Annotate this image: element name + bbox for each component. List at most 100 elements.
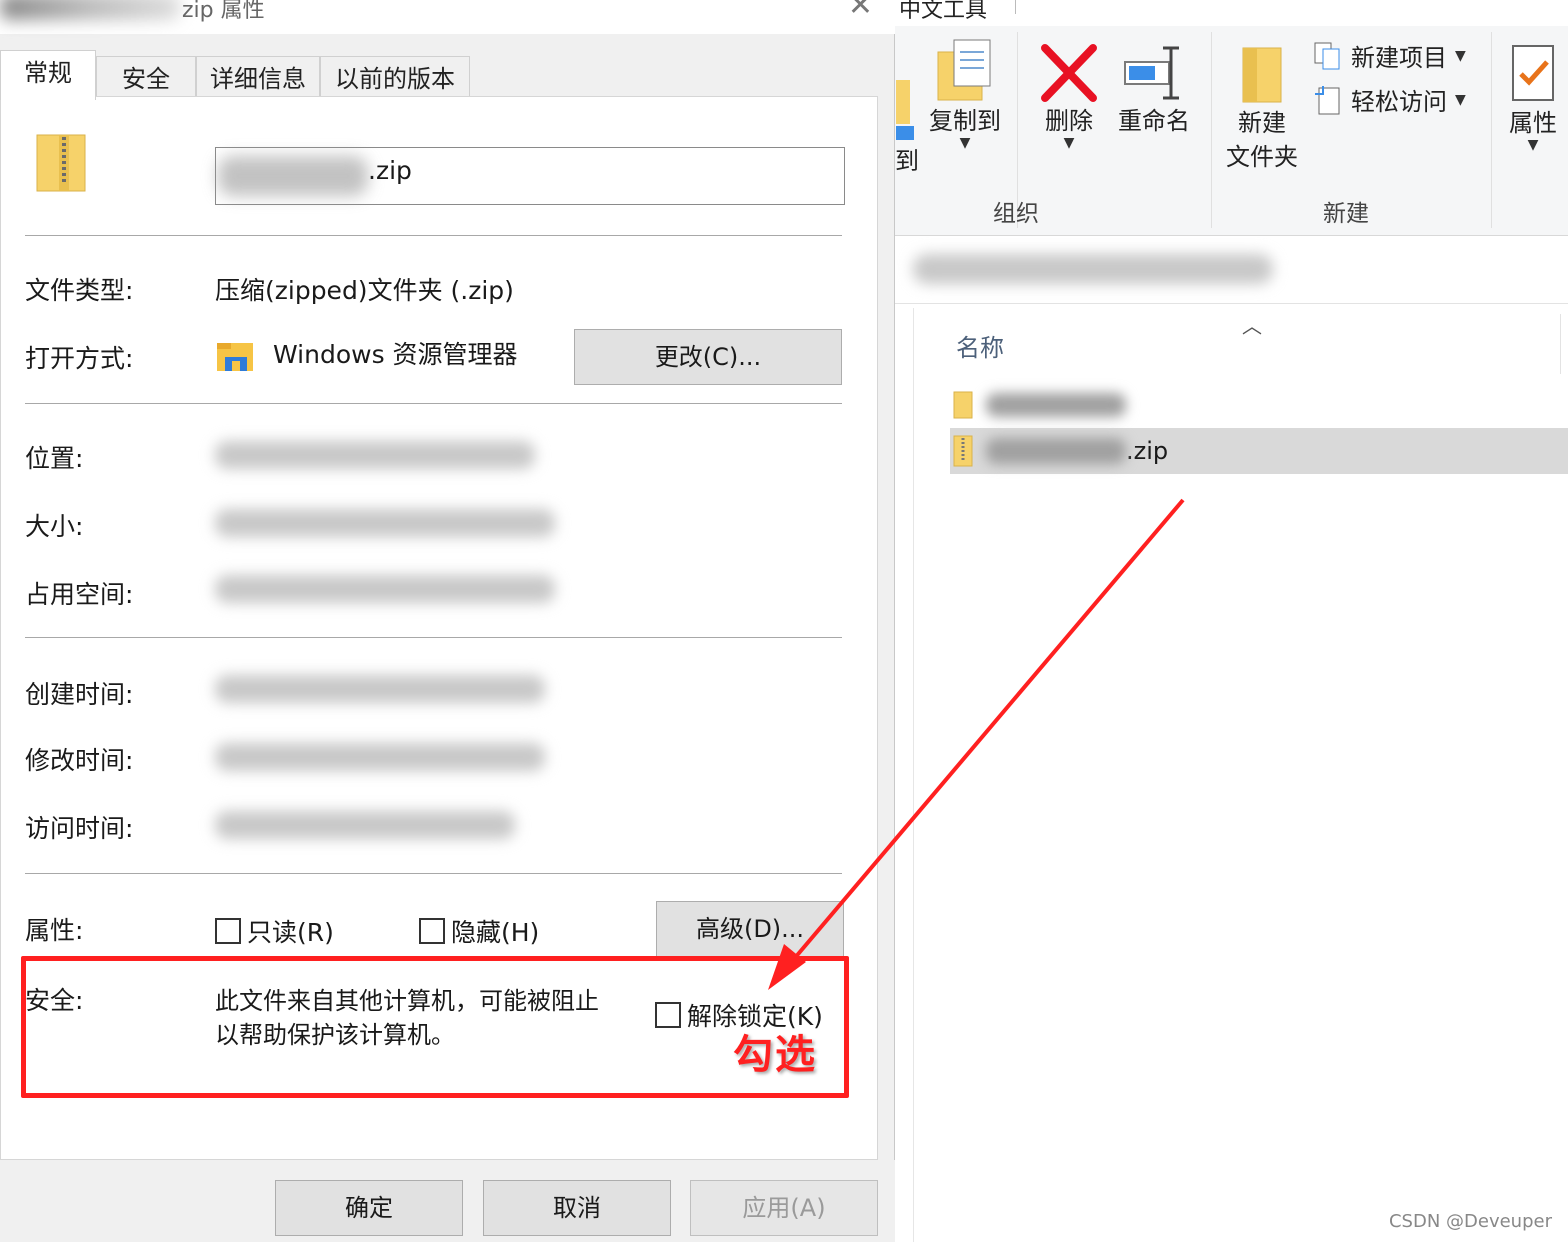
copy-to-label: 复制到 bbox=[929, 107, 1001, 135]
new-folder-button[interactable]: 新建 文件夹 bbox=[1219, 42, 1305, 174]
hidden-checkbox[interactable]: 隐藏(H) bbox=[419, 913, 539, 949]
easy-access-icon bbox=[1315, 85, 1340, 114]
security-label: 安全: bbox=[25, 986, 84, 1015]
delete-x-icon bbox=[1041, 44, 1097, 102]
breadcrumb bbox=[913, 254, 1273, 284]
folder-icon bbox=[953, 391, 973, 419]
dialog-title-blurred bbox=[0, 0, 180, 20]
checkbox-box[interactable] bbox=[419, 918, 445, 944]
size-value-blurred bbox=[215, 509, 555, 537]
copy-to-button[interactable]: 复制到 ▼ bbox=[925, 38, 1005, 151]
new-folder-label-2: 文件夹 bbox=[1226, 143, 1298, 171]
advanced-button[interactable]: 高级(D)... bbox=[656, 901, 844, 957]
chevron-down-icon: ▼ bbox=[959, 135, 971, 151]
file-explorer-window: 中文工具 到 复制到 ▼ 删除 ▼ 重命名 组织 新建 文件夹 新建项目 ▼ 轻… bbox=[893, 0, 1568, 1242]
security-text-line2: 以帮助保护该计算机。 bbox=[215, 1021, 455, 1049]
easy-access-label: 轻松访问 bbox=[1351, 88, 1447, 116]
checkbox-box[interactable] bbox=[215, 918, 241, 944]
file-name bbox=[986, 393, 1126, 417]
dialog-titlebar: zip 属性 ✕ bbox=[0, 0, 895, 34]
zip-folder-icon bbox=[953, 435, 973, 467]
rename-label: 重命名 bbox=[1118, 107, 1190, 135]
group-label-organize: 组织 bbox=[993, 201, 1039, 227]
hidden-label: 隐藏(H) bbox=[451, 918, 540, 947]
explorer-titlebar: 中文工具 bbox=[893, 0, 1568, 28]
new-item-button[interactable]: 新建项目 ▼ bbox=[1313, 38, 1466, 73]
new-item-icon bbox=[1314, 42, 1340, 69]
size-label: 大小: bbox=[25, 512, 84, 541]
new-item-label: 新建项目 bbox=[1351, 44, 1447, 72]
tab-security[interactable]: 安全 bbox=[96, 56, 196, 98]
explorer-title: 中文工具 bbox=[899, 0, 988, 23]
properties-label: 属性 bbox=[1509, 109, 1557, 137]
change-button[interactable]: 更改(C)... bbox=[574, 329, 842, 385]
size-on-disk-label: 占用空间: bbox=[25, 580, 134, 609]
watermark: CSDN @Deveuper bbox=[1388, 1211, 1552, 1232]
divider bbox=[25, 873, 842, 874]
rename-icon bbox=[1124, 46, 1179, 100]
cancel-button[interactable]: 取消 bbox=[483, 1180, 671, 1236]
list-item-folder[interactable] bbox=[950, 382, 1568, 428]
filename-input[interactable]: .zip bbox=[215, 147, 845, 205]
column-header-name[interactable]: 名称 bbox=[956, 328, 1004, 363]
chevron-down-icon: ▼ bbox=[1063, 135, 1075, 151]
move-to-button[interactable]: 到 bbox=[893, 74, 921, 178]
address-bar[interactable] bbox=[893, 238, 1568, 304]
divider bbox=[25, 403, 842, 404]
open-with-label: 打开方式: bbox=[25, 344, 134, 373]
dialog-footer: 确定 取消 应用(A) bbox=[0, 1160, 895, 1242]
modified-label: 修改时间: bbox=[25, 746, 134, 775]
checkbox-box[interactable] bbox=[655, 1002, 681, 1028]
title-separator bbox=[1015, 0, 1016, 14]
attributes-label: 属性: bbox=[25, 916, 84, 945]
column-separator bbox=[1560, 314, 1561, 374]
properties-check-icon bbox=[1512, 45, 1554, 101]
group-label-new: 新建 bbox=[1323, 201, 1369, 227]
delete-label: 删除 bbox=[1045, 107, 1093, 135]
modified-value-blurred bbox=[215, 743, 545, 771]
created-value-blurred bbox=[215, 675, 545, 703]
file-name-ext: .zip bbox=[1126, 437, 1169, 465]
divider bbox=[25, 235, 842, 236]
size-on-disk-value-blurred bbox=[215, 575, 555, 603]
copy-to-icon bbox=[937, 39, 991, 101]
general-tab-panel: .zip 文件类型: 压缩(zipped)文件夹 (.zip) 打开方式: Wi… bbox=[0, 96, 878, 1160]
file-type-value: 压缩(zipped)文件夹 (.zip) bbox=[215, 276, 514, 305]
file-name-blurred bbox=[986, 438, 1126, 464]
tab-general[interactable]: 常规 bbox=[0, 50, 96, 100]
open-with-value: Windows 资源管理器 bbox=[273, 340, 518, 369]
chevron-down-icon: ▼ bbox=[1455, 91, 1466, 108]
tab-details[interactable]: 详细信息 bbox=[196, 56, 320, 98]
ribbon: 到 复制到 ▼ 删除 ▼ 重命名 组织 新建 文件夹 新建项目 ▼ 轻松访问 ▼… bbox=[893, 26, 1568, 236]
filename-blurred bbox=[218, 156, 368, 196]
readonly-checkbox[interactable]: 只读(R) bbox=[215, 913, 334, 949]
created-label: 创建时间: bbox=[25, 680, 134, 709]
ribbon-separator bbox=[1211, 32, 1212, 228]
rename-button[interactable]: 重命名 bbox=[1111, 42, 1197, 138]
close-icon[interactable]: ✕ bbox=[848, 0, 873, 23]
delete-button[interactable]: 删除 ▼ bbox=[1029, 42, 1109, 151]
ribbon-separator bbox=[1491, 32, 1492, 228]
zip-file-icon bbox=[36, 134, 86, 192]
file-list: ︿ 名称 .zip bbox=[913, 308, 1568, 1242]
properties-button[interactable]: 属性 ▼ bbox=[1499, 42, 1567, 152]
chevron-down-icon: ▼ bbox=[1455, 47, 1466, 64]
security-text-line1: 此文件来自其他计算机，可能被阻止 bbox=[215, 987, 599, 1015]
tab-previous-versions[interactable]: 以前的版本 bbox=[320, 56, 470, 98]
new-folder-label-1: 新建 bbox=[1238, 109, 1286, 137]
sort-up-icon: ︿ bbox=[1242, 314, 1262, 338]
ok-button[interactable]: 确定 bbox=[275, 1180, 463, 1236]
divider bbox=[25, 637, 842, 638]
annotation-label: 勾选 bbox=[733, 1032, 817, 1078]
accessed-value-blurred bbox=[215, 811, 515, 839]
dialog-title: zip 属性 bbox=[182, 0, 265, 23]
apply-button[interactable]: 应用(A) bbox=[690, 1180, 878, 1236]
location-label: 位置: bbox=[25, 444, 84, 473]
explorer-folder-icon bbox=[217, 343, 253, 371]
new-folder-icon bbox=[1242, 47, 1282, 103]
readonly-label: 只读(R) bbox=[247, 918, 334, 947]
easy-access-button[interactable]: 轻松访问 ▼ bbox=[1313, 82, 1466, 117]
location-value-blurred bbox=[215, 441, 535, 469]
list-item-zip[interactable]: .zip bbox=[950, 428, 1568, 474]
filename-ext: .zip bbox=[368, 156, 412, 185]
